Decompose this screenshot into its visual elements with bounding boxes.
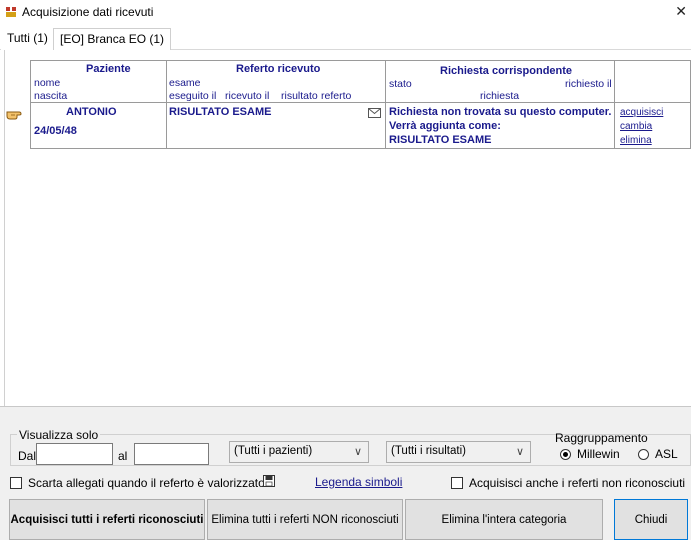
scarta-allegati-checkbox[interactable] (10, 477, 22, 489)
radio-asl-label[interactable]: ASL (655, 447, 678, 461)
patient-birthdate: 24/05/48 (34, 125, 77, 137)
risultati-select-value: (Tutti i risultati) (391, 445, 466, 457)
risultati-select[interactable]: (Tutti i risultati) ∨ (386, 441, 531, 463)
acquisisci-tutti-button[interactable]: Acquisisci tutti i referti riconosciuti (9, 499, 205, 540)
elimina-non-riconosciuti-button[interactable]: Elimina tutti i referti NON riconosciuti (207, 499, 403, 540)
status-line-1: Richiesta non trovata su questo computer… (389, 106, 612, 118)
scarta-allegati-label[interactable]: Scarta allegati quando il referto è valo… (28, 476, 265, 490)
pazienti-select-value: (Tutti i pazienti) (234, 445, 313, 457)
dal-input[interactable] (36, 443, 113, 465)
dal-label: Dal (18, 449, 37, 463)
header-richiesta: Richiesta corrispondente (440, 65, 573, 77)
app-icon (5, 6, 17, 18)
tab-tutti[interactable]: Tutti (1) (1, 28, 54, 50)
radio-asl[interactable] (638, 449, 649, 460)
acquisisci-non-riconosciuti-label[interactable]: Acquisisci anche i referti non riconosci… (469, 476, 685, 490)
exam-name: RISULTATO ESAME (169, 106, 272, 118)
subheader-stato: stato (389, 78, 412, 90)
status-line-2: Verrà aggiunta come: (389, 120, 501, 132)
legenda-simboli-link[interactable]: Legenda simboli (315, 475, 402, 489)
subheader-esame: esame (169, 77, 201, 89)
header-paziente: Paziente (86, 63, 131, 75)
chevron-down-icon: ∨ (515, 446, 524, 458)
radio-millewin-label[interactable]: Millewin (577, 447, 620, 461)
al-input[interactable] (134, 443, 209, 465)
elimina-categoria-button[interactable]: Elimina l'intera categoria (405, 499, 603, 540)
elimina-link[interactable]: elimina (620, 135, 652, 146)
subheader-referto: referto (321, 90, 352, 102)
close-icon[interactable]: ✕ (675, 3, 687, 20)
al-label: al (118, 449, 128, 463)
envelope-icon[interactable] (368, 108, 381, 118)
grouping-label: Raggruppamento (555, 431, 648, 445)
chevron-down-icon: ∨ (353, 446, 362, 458)
chiudi-button[interactable]: Chiudi (614, 499, 688, 540)
header-referto: Referto ricevuto (236, 63, 321, 75)
subheader-nome: nome (34, 77, 61, 89)
subheader-eseguito: eseguito il (169, 90, 217, 102)
status-line-3: RISULTATO ESAME (389, 134, 492, 146)
pazienti-select[interactable]: (Tutti i pazienti) ∨ (229, 441, 369, 463)
floppy-disk-icon[interactable] (263, 475, 275, 487)
window-title: Acquisizione dati ricevuti (22, 5, 154, 19)
patient-name[interactable]: ANTONIO (66, 106, 117, 118)
filter-group-label: Visualizza solo (17, 428, 101, 442)
title-bar: Acquisizione dati ricevuti ✕ (0, 0, 691, 26)
subheader-nascita: nascita (34, 90, 68, 102)
results-table: Paziente Referto ricevuto Richiesta corr… (30, 60, 691, 149)
subheader-richiesto-il: richiesto il (565, 78, 612, 90)
acquisisci-non-riconosciuti-checkbox[interactable] (451, 477, 463, 489)
subheader-richiesta: richiesta (480, 90, 520, 102)
cambia-link[interactable]: cambia (620, 121, 652, 132)
acquisisci-link[interactable]: acquisisci (620, 107, 663, 118)
radio-millewin[interactable] (560, 449, 571, 460)
subheader-ricevuto: ricevuto il (225, 90, 270, 102)
subheader-risultato: risultato (281, 90, 318, 102)
hand-pointer-icon (6, 111, 22, 120)
tab-branca-eo[interactable]: [EO] Branca EO (1) (53, 28, 172, 50)
